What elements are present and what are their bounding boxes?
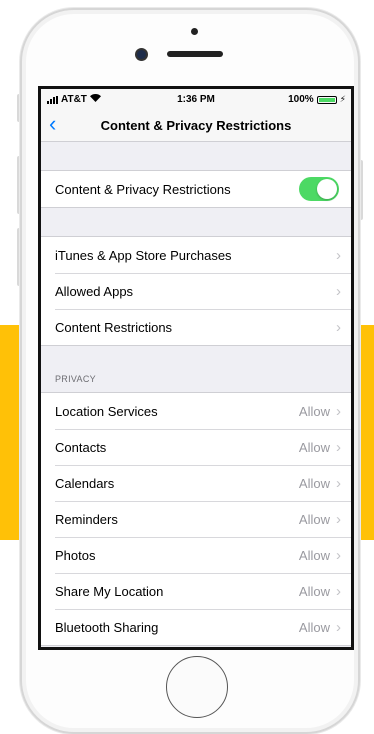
battery-percent: 100% <box>288 94 314 105</box>
list-item-calendars[interactable]: Calendars Allow › <box>41 465 351 501</box>
row-label: Reminders <box>55 511 118 527</box>
row-label: Calendars <box>55 475 115 491</box>
row-label: Location Services <box>55 403 158 419</box>
chevron-right-icon: › <box>336 438 341 456</box>
page-title: Content & Privacy Restrictions <box>100 118 292 133</box>
row-value: Allow <box>298 547 330 563</box>
privacy-group: Location Services Allow › Contacts Allow… <box>41 392 351 646</box>
chevron-right-icon: › <box>336 582 341 600</box>
chevron-right-icon: › <box>336 510 341 528</box>
list-item-itunes-app-store-purchases[interactable]: iTunes & App Store Purchases › <box>41 237 351 273</box>
list-item-contacts[interactable]: Contacts Allow › <box>41 429 351 465</box>
row-label: iTunes & App Store Purchases <box>55 247 232 263</box>
row-value: Allow <box>298 403 330 419</box>
charging-bolt-icon: ⚡ <box>339 94 346 104</box>
content-privacy-toggle-row[interactable]: Content & Privacy Restrictions <box>41 171 351 207</box>
chevron-right-icon: › <box>336 402 341 420</box>
row-value: Allow <box>298 583 330 599</box>
row-label: Share My Location <box>55 583 164 599</box>
list-item-content-restrictions[interactable]: Content Restrictions › <box>41 309 351 345</box>
row-label: Contacts <box>55 439 107 455</box>
row-label: Allowed Apps <box>55 283 134 299</box>
chevron-right-icon: › <box>336 246 341 264</box>
chevron-right-icon: › <box>336 618 341 636</box>
chevron-right-icon: › <box>336 546 341 564</box>
row-label: Photos <box>55 547 96 563</box>
row-value: Allow <box>298 475 330 491</box>
front-camera-icon <box>137 50 146 59</box>
list-item-location-services[interactable]: Location Services Allow › <box>41 393 351 429</box>
list-item-photos[interactable]: Photos Allow › <box>41 537 351 573</box>
list-item-share-my-location[interactable]: Share My Location Allow › <box>41 573 351 609</box>
content-privacy-toggle[interactable] <box>299 177 339 201</box>
row-label: Bluetooth Sharing <box>55 619 159 635</box>
row-value: Allow <box>298 439 330 455</box>
row-label: Content & Privacy Restrictions <box>55 181 231 197</box>
chevron-right-icon: › <box>336 318 341 336</box>
row-value: Allow <box>298 619 330 635</box>
home-button[interactable] <box>166 656 228 718</box>
section-header-label: PRIVACY <box>55 374 96 384</box>
earpiece-speaker <box>167 51 223 57</box>
store-settings-group: iTunes & App Store Purchases › Allowed A… <box>41 236 351 346</box>
battery-icon <box>316 95 337 104</box>
list-item-bluetooth-sharing[interactable]: Bluetooth Sharing Allow › <box>41 609 351 645</box>
row-label: Content Restrictions <box>55 319 173 335</box>
phone-screen: AT&T 1:36 PM 100% ⚡ ‹ Content & Privacy … <box>38 86 354 650</box>
master-toggle-group: Content & Privacy Restrictions <box>41 170 351 208</box>
privacy-section-header: PRIVACY <box>41 346 351 392</box>
chevron-right-icon: › <box>336 282 341 300</box>
navigation-bar: ‹ Content & Privacy Restrictions <box>41 109 351 142</box>
list-item-allowed-apps[interactable]: Allowed Apps › <box>41 273 351 309</box>
row-value: Allow <box>298 511 330 527</box>
status-bar: AT&T 1:36 PM 100% ⚡ <box>41 89 351 109</box>
proximity-sensor <box>191 28 198 35</box>
list-item-reminders[interactable]: Reminders Allow › <box>41 501 351 537</box>
chevron-right-icon: › <box>336 474 341 492</box>
